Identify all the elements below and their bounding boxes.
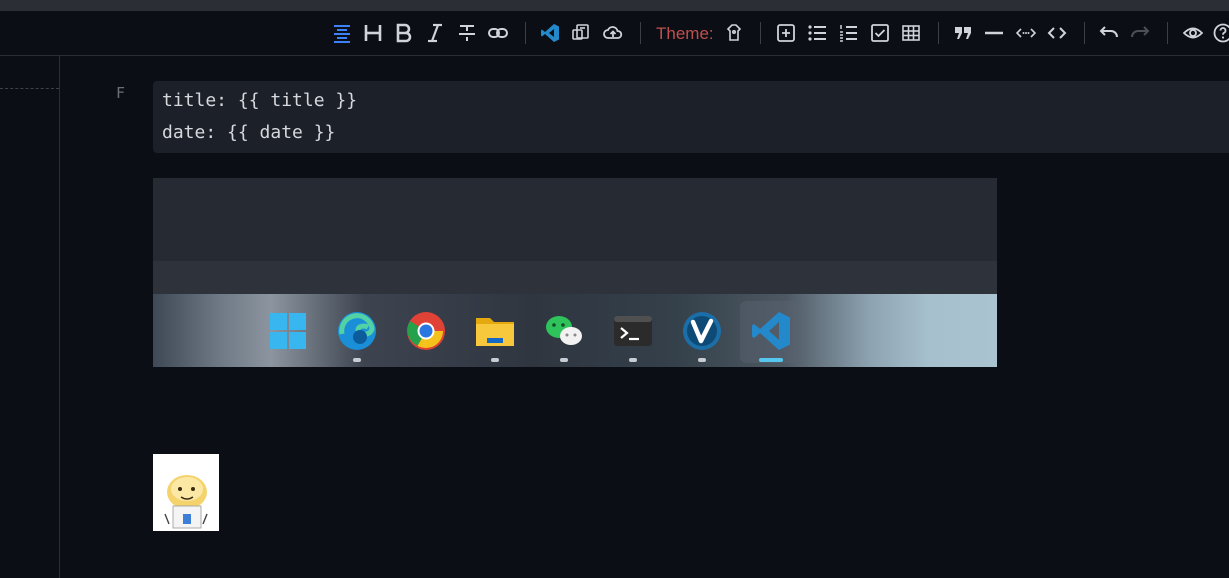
wechat-icon bbox=[543, 310, 585, 352]
chrome-icon bbox=[405, 310, 447, 352]
running-indicator bbox=[560, 358, 568, 362]
running-indicator bbox=[353, 358, 361, 362]
help-icon[interactable] bbox=[1212, 22, 1229, 44]
code-line: date: {{ date }} bbox=[162, 122, 336, 143]
edge-icon bbox=[336, 310, 378, 352]
italic-icon[interactable] bbox=[424, 22, 446, 44]
toolbar-separator bbox=[1167, 22, 1168, 44]
image-region bbox=[153, 178, 997, 261]
image-region bbox=[153, 261, 997, 294]
upload-cloud-icon[interactable] bbox=[602, 22, 624, 44]
taskbar-screenshot-image bbox=[153, 178, 997, 367]
toolbar-separator bbox=[938, 22, 939, 44]
theme-label: Theme: bbox=[656, 24, 714, 43]
numbered-list-icon[interactable] bbox=[837, 22, 859, 44]
sticker-image bbox=[153, 454, 219, 531]
checkbox-icon[interactable] bbox=[869, 22, 891, 44]
vscode-icon[interactable] bbox=[539, 22, 561, 44]
toolbar-separator bbox=[640, 22, 641, 44]
table-icon[interactable] bbox=[900, 22, 922, 44]
frontmatter-code-block[interactable]: title: {{ title }} date: {{ date }} bbox=[153, 81, 1229, 153]
quote-icon[interactable] bbox=[952, 22, 974, 44]
vivaldi-icon bbox=[681, 310, 723, 352]
heading-icon[interactable] bbox=[362, 22, 384, 44]
active-indicator bbox=[759, 358, 783, 362]
running-indicator bbox=[629, 358, 637, 362]
toolbar-separator bbox=[525, 22, 526, 44]
gutter-marker: F bbox=[116, 84, 126, 102]
running-indicator bbox=[491, 358, 499, 362]
sidebar-divider bbox=[0, 88, 59, 89]
toolbar-separator bbox=[1084, 22, 1085, 44]
code-line: title: {{ title }} bbox=[162, 90, 358, 111]
inline-code-icon[interactable] bbox=[1015, 22, 1037, 44]
preview-eye-icon[interactable] bbox=[1182, 22, 1204, 44]
outline-sidebar bbox=[0, 56, 60, 578]
redo-icon[interactable] bbox=[1129, 22, 1151, 44]
windows-start-icon bbox=[267, 310, 309, 352]
bold-icon[interactable] bbox=[393, 22, 415, 44]
file-explorer-icon bbox=[474, 310, 516, 352]
vscode-app-icon bbox=[750, 310, 792, 352]
export-icon[interactable] bbox=[570, 22, 592, 44]
window-top-strip bbox=[0, 0, 1229, 11]
running-indicator bbox=[698, 358, 706, 362]
editor-toolbar: Theme: bbox=[0, 11, 1229, 56]
terminal-icon bbox=[612, 310, 654, 352]
strikethrough-icon[interactable] bbox=[456, 22, 478, 44]
undo-icon[interactable] bbox=[1098, 22, 1120, 44]
theme-icon[interactable] bbox=[723, 22, 745, 44]
link-icon[interactable] bbox=[487, 22, 509, 44]
add-snippet-icon[interactable] bbox=[775, 22, 797, 44]
code-block-icon[interactable] bbox=[1046, 22, 1068, 44]
horizontal-rule-icon[interactable] bbox=[983, 22, 1005, 44]
toolbar-separator bbox=[760, 22, 761, 44]
bullet-list-icon[interactable] bbox=[806, 22, 828, 44]
align-center-icon[interactable] bbox=[331, 22, 353, 44]
taskbar-strip bbox=[153, 294, 997, 367]
